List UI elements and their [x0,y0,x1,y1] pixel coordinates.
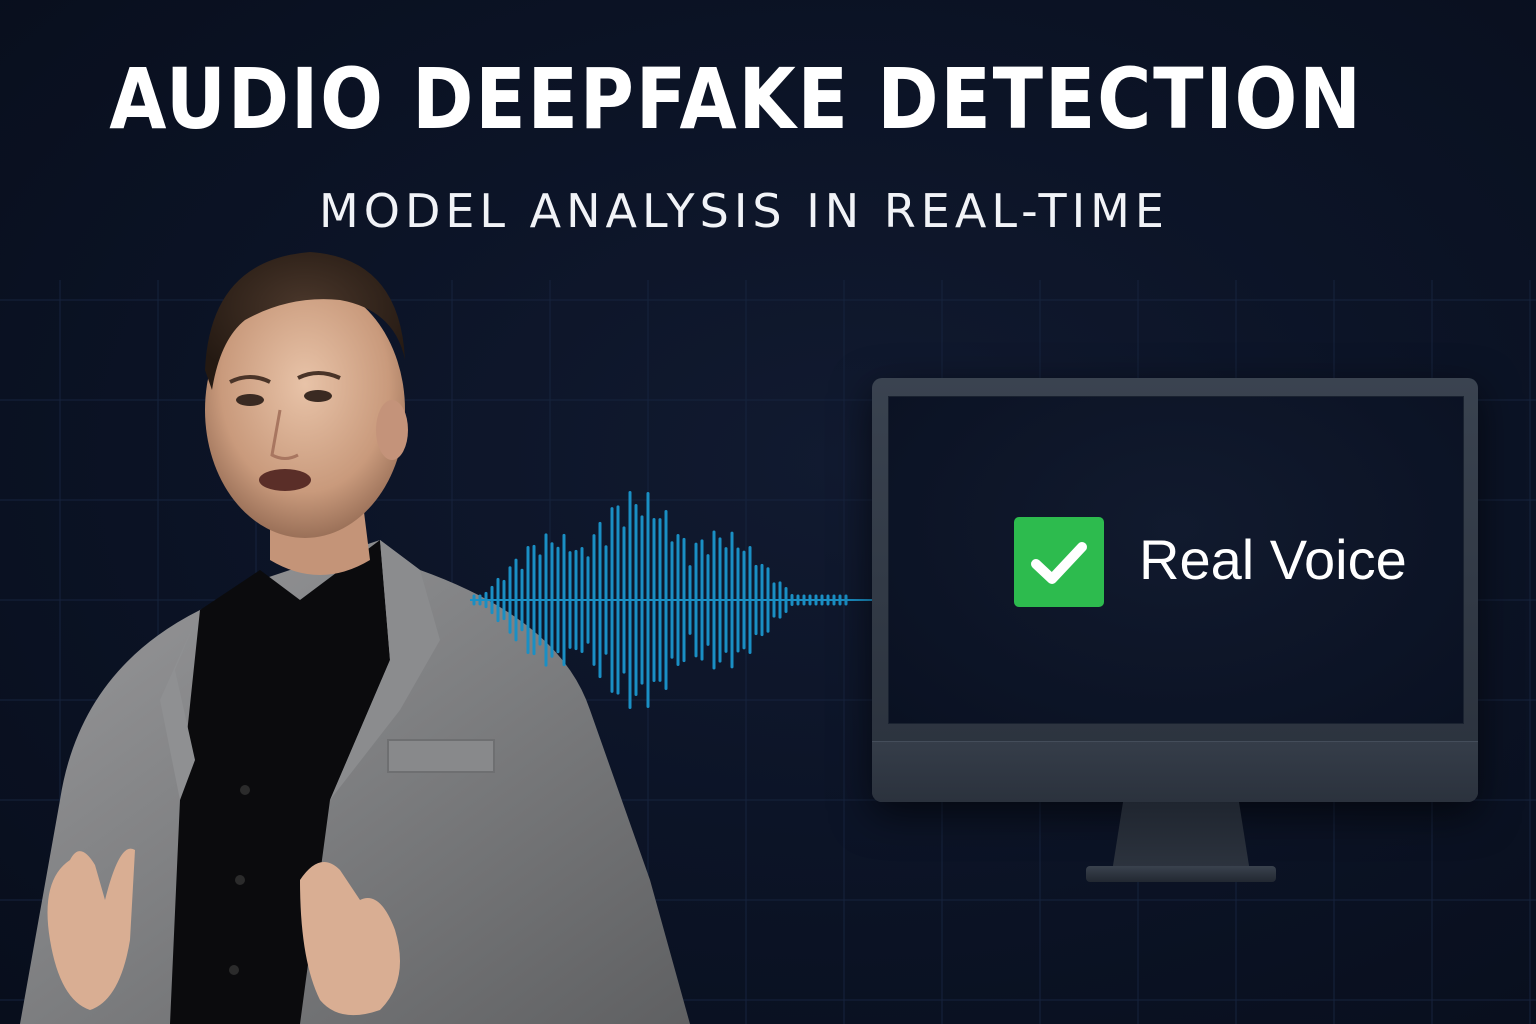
monitor-stand-base [1086,866,1276,882]
monitor: Real Voice [872,378,1478,802]
monitor-chin [872,741,1478,802]
page-title: AUDIO DEEPFAKE DETECTION [109,50,1363,148]
check-icon [1014,517,1104,607]
audio-waveform [470,490,875,710]
page-subtitle: MODEL ANALYSIS IN REAL-TIME [319,184,1169,238]
poster: AUDIO DEEPFAKE DETECTION MODEL ANALYSIS … [0,0,1536,1024]
monitor-stand [1112,802,1250,872]
monitor-screen: Real Voice [888,396,1464,724]
result-label: Real Voice [1139,528,1407,591]
